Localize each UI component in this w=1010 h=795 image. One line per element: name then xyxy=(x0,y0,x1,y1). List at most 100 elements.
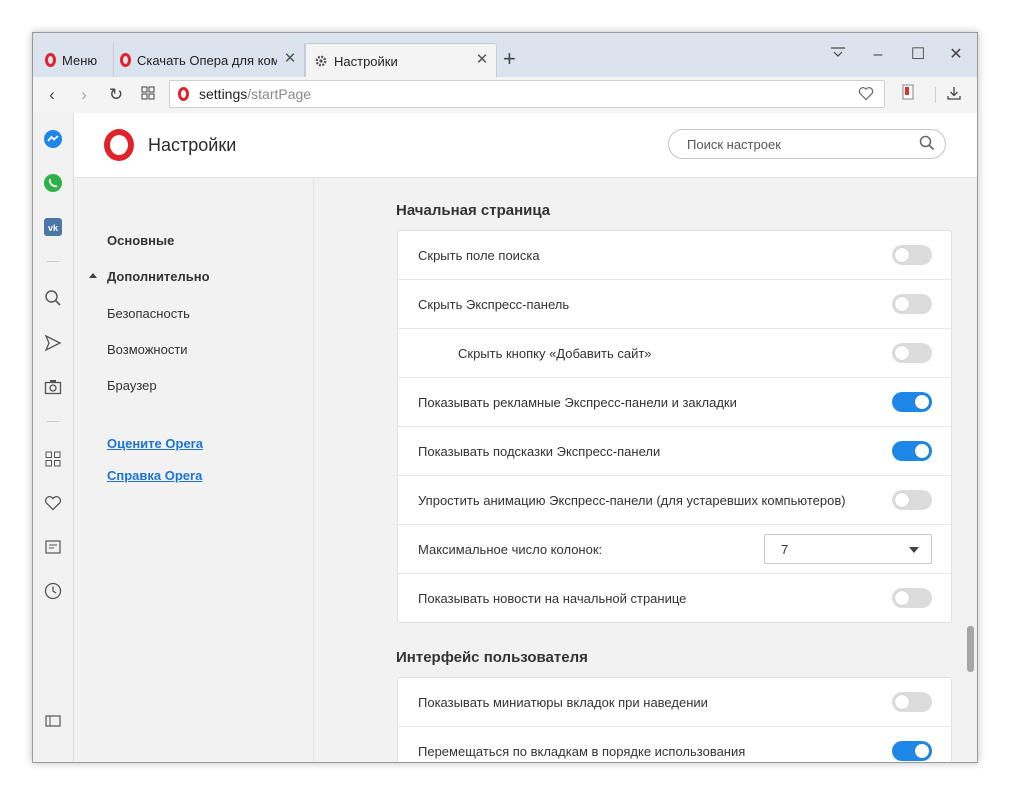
search-input[interactable] xyxy=(685,136,909,153)
tab-download-opera[interactable]: Скачать Опера для компьютера ✕ xyxy=(113,43,305,77)
setting-toggle[interactable] xyxy=(892,392,932,412)
bookmarks-heart-icon[interactable] xyxy=(41,491,65,515)
ui-card: Показывать миниатюры вкладок при наведен… xyxy=(397,677,952,762)
nav-advanced[interactable]: Дополнительно xyxy=(89,269,210,284)
browser-window: Меню Скачать Опера для компьютера ✕ Наст… xyxy=(32,32,978,763)
gear-icon xyxy=(314,54,328,68)
download-icon[interactable] xyxy=(943,84,965,106)
setting-toggle[interactable] xyxy=(892,741,932,761)
setting-label: Упростить анимацию Экспресс-панели (для … xyxy=(418,493,846,508)
back-button[interactable]: ‹ xyxy=(41,84,63,106)
minimize-button[interactable]: – xyxy=(863,43,893,67)
vk-icon[interactable]: vk xyxy=(41,215,65,239)
setting-toggle[interactable] xyxy=(892,490,932,510)
url-path: /startPage xyxy=(247,86,312,102)
setting-row: Показывать новости на начальной странице xyxy=(398,574,951,622)
tab-label: Настройки xyxy=(334,53,398,69)
dropdown-arrow-icon xyxy=(909,547,919,553)
speed-dial-button[interactable] xyxy=(137,84,159,106)
address-field[interactable]: settings/startPage xyxy=(169,80,885,108)
tab-settings[interactable]: Настройки ✕ xyxy=(305,43,497,78)
setting-toggle[interactable] xyxy=(892,588,932,608)
opera-page-icon xyxy=(178,87,189,101)
close-tab-icon[interactable]: ✕ xyxy=(474,52,490,68)
forward-button[interactable]: › xyxy=(73,84,95,106)
setting-toggle[interactable] xyxy=(892,692,932,712)
opera-menu-button[interactable]: Меню xyxy=(39,43,111,77)
nav-basic[interactable]: Основные xyxy=(107,233,174,248)
reload-button[interactable]: ↻ xyxy=(105,84,127,106)
setting-label: Скрыть кнопку «Добавить сайт» xyxy=(458,346,652,361)
send-icon[interactable] xyxy=(41,331,65,355)
maximize-button[interactable]: ☐ xyxy=(903,43,933,67)
close-window-button[interactable]: ✕ xyxy=(941,43,971,67)
svg-text:vk: vk xyxy=(48,223,59,233)
collapse-arrow-icon xyxy=(89,273,97,278)
address-toolbar: ‹ › ↻ settings/startPage xyxy=(33,77,977,114)
settings-content: Начальная страница Скрыть поле поиска Скр… xyxy=(314,178,977,762)
setting-row: Перемещаться по вкладкам в порядке испол… xyxy=(398,727,951,762)
setting-toggle[interactable] xyxy=(892,294,932,314)
scrollbar-thumb[interactable] xyxy=(967,626,974,672)
select-value: 7 xyxy=(781,542,789,557)
news-icon[interactable] xyxy=(41,535,65,559)
setting-row: Скрыть Экспресс-панель xyxy=(398,280,951,329)
toggle-knob xyxy=(895,248,909,262)
section-title-ui: Интерфейс пользователя xyxy=(396,649,588,666)
history-clock-icon[interactable] xyxy=(41,579,65,603)
setting-toggle[interactable] xyxy=(892,245,932,265)
opera-help-link[interactable]: Справка Opera xyxy=(107,468,202,483)
new-tab-button[interactable]: + xyxy=(503,47,516,71)
side-panel: vk xyxy=(33,113,74,762)
opera-logo-icon xyxy=(45,53,56,67)
tab-menu-icon[interactable] xyxy=(823,43,853,67)
setting-row: Скрыть поле поиска xyxy=(398,231,951,280)
nav-features[interactable]: Возможности xyxy=(107,342,188,357)
setting-row: Показывать миниатюры вкладок при наведен… xyxy=(398,678,951,727)
camera-icon[interactable] xyxy=(41,375,65,399)
settings-search[interactable] xyxy=(668,129,946,159)
messenger-icon[interactable] xyxy=(41,127,65,151)
opera-logo-icon xyxy=(104,129,134,161)
setting-row: Упростить анимацию Экспресс-панели (для … xyxy=(398,476,951,525)
settings-header: Настройки xyxy=(74,113,977,178)
sidebar-toggle-icon[interactable] xyxy=(41,709,65,733)
extension-icon[interactable] xyxy=(897,84,919,106)
whatsapp-icon[interactable] xyxy=(41,171,65,195)
setting-toggle[interactable] xyxy=(892,343,932,363)
section-title-start-page: Начальная страница xyxy=(396,202,551,219)
close-tab-icon[interactable]: ✕ xyxy=(282,51,298,67)
toggle-knob xyxy=(915,395,929,409)
search-icon[interactable] xyxy=(919,135,935,156)
setting-label: Скрыть поле поиска xyxy=(418,248,540,263)
setting-label: Скрыть Экспресс-панель xyxy=(418,297,570,312)
rate-opera-link[interactable]: Оцените Opera xyxy=(107,436,203,451)
setting-toggle[interactable] xyxy=(892,441,932,461)
search-tabs-icon[interactable] xyxy=(41,286,65,310)
speed-dial-icon[interactable] xyxy=(41,447,65,471)
heart-icon[interactable] xyxy=(858,86,874,104)
toggle-knob xyxy=(895,297,909,311)
settings-nav: Основные Дополнительно Безопасность Возм… xyxy=(74,178,314,762)
toggle-knob xyxy=(895,346,909,360)
setting-label: Показывать рекламные Экспресс-панели и з… xyxy=(418,395,737,410)
tab-label: Скачать Опера для компьютера xyxy=(137,52,277,68)
setting-label: Перемещаться по вкладкам в порядке испол… xyxy=(418,744,746,759)
setting-label: Показывать миниатюры вкладок при наведен… xyxy=(418,695,708,710)
setting-row: Скрыть кнопку «Добавить сайт» xyxy=(398,329,951,378)
opera-favicon-icon xyxy=(120,53,131,67)
toggle-knob xyxy=(915,444,929,458)
setting-label: Показывать новости на начальной странице xyxy=(418,591,687,606)
nav-browser[interactable]: Браузер xyxy=(107,378,157,393)
menu-label: Меню xyxy=(62,52,98,68)
toggle-knob xyxy=(915,744,929,758)
tab-bar: Меню Скачать Опера для компьютера ✕ Наст… xyxy=(33,33,977,78)
page-title: Настройки xyxy=(148,135,237,155)
columns-select[interactable]: 7 xyxy=(764,534,932,564)
start-page-card: Скрыть поле поиска Скрыть Экспресс-панель… xyxy=(397,230,952,623)
setting-label: Максимальное число колонок: xyxy=(418,542,603,557)
toggle-knob xyxy=(895,591,909,605)
url-host: settings xyxy=(199,86,248,102)
setting-row: Показывать подсказки Экспресс-панели xyxy=(398,427,951,476)
nav-security[interactable]: Безопасность xyxy=(107,306,190,321)
